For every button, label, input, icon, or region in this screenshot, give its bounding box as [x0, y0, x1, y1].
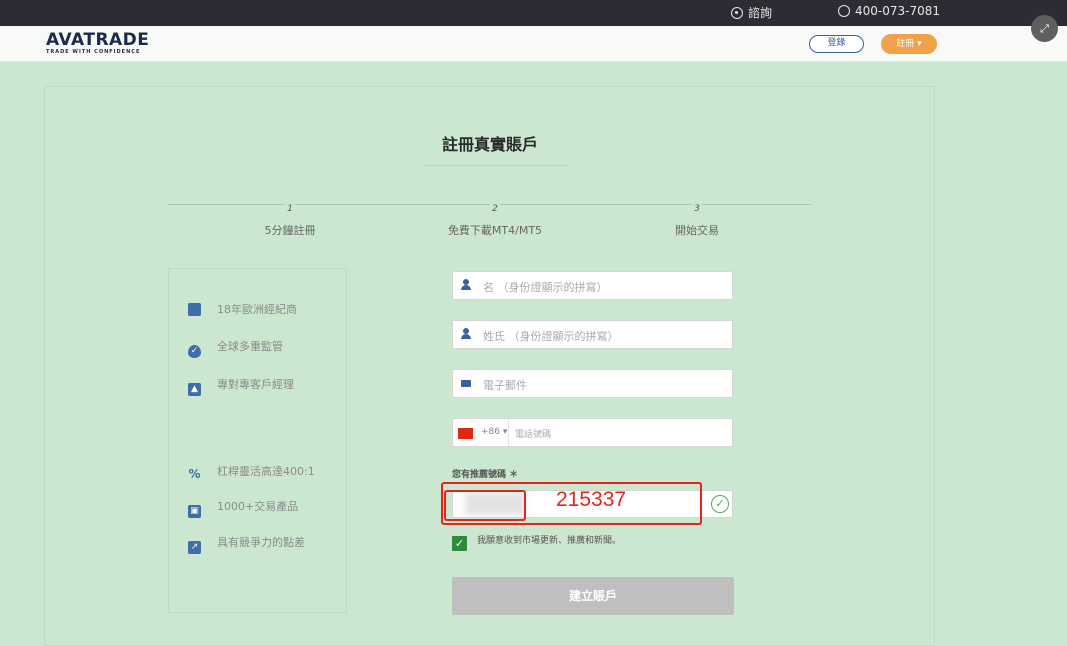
phone-divider — [508, 419, 509, 446]
step-2: 2 免費下載MT4/MT5 — [415, 196, 575, 238]
feature-item: 18年歐洲經紀商 — [188, 301, 297, 317]
feature-label: 18年歐洲經紀商 — [217, 303, 297, 316]
phone-link[interactable]: 400-073-7081 — [838, 4, 940, 18]
first-name-field[interactable]: 名 （身份證顯示的拼寫） — [452, 271, 733, 300]
expand-icon[interactable]: ⤢ — [1031, 15, 1058, 42]
consent-row[interactable]: ✓ 我願意收到市場更新、推廣和新聞。 — [452, 533, 621, 551]
email-placeholder: 電子郵件 — [483, 379, 527, 392]
step-number: 1 — [283, 202, 297, 216]
check-circle-icon: ✓ — [711, 495, 729, 513]
last-name-placeholder: 姓氏 （身份證顯示的拼寫） — [483, 330, 619, 343]
step-number: 2 — [488, 202, 502, 216]
form-title: 註冊真實賬戶 — [441, 135, 538, 154]
step-3: 3 開始交易 — [617, 196, 777, 238]
mail-icon — [461, 380, 471, 387]
step-1: 1 5分鐘註冊 — [210, 196, 370, 238]
step-label: 開始交易 — [675, 224, 719, 237]
phone-placeholder: 電話號碼 — [515, 430, 552, 440]
phone-field[interactable]: +86 ▾ 電話號碼 — [452, 418, 733, 447]
avatrade-logo[interactable]: AVATRADE TRADE WITH CONFIDENCE — [46, 31, 149, 55]
document-icon — [188, 303, 201, 316]
login-button[interactable]: 登錄 — [809, 35, 864, 53]
site-header: AVATRADE TRADE WITH CONFIDENCE 登錄 註冊 ▾ — [0, 26, 1067, 62]
feature-label: 全球多重監管 — [217, 340, 283, 353]
chart-icon: ↗ — [188, 541, 201, 554]
feature-label: 專對專客戶經理 — [217, 378, 294, 391]
feature-item: ✓ 全球多重監管 — [188, 338, 283, 358]
step-label: 5分鐘註冊 — [264, 224, 316, 237]
logo-tagline: TRADE WITH CONFIDENCE — [46, 49, 141, 55]
annotation-box-inner — [444, 490, 526, 521]
consent-text: 我願意收到市場更新、推廣和新聞。 — [477, 536, 622, 546]
promo-code-value: 215337 — [556, 488, 627, 511]
logo-text: AVATRADE — [46, 30, 150, 50]
feature-item: ▣ 1000+交易產品 — [188, 498, 298, 518]
user-icon — [461, 328, 471, 340]
consent-checkbox[interactable]: ✓ — [452, 536, 467, 551]
country-code-select[interactable]: +86 ▾ — [481, 427, 507, 437]
step-label: 免費下載MT4/MT5 — [447, 224, 543, 237]
top-bar: 諮詢 400-073-7081 — [0, 0, 1067, 26]
last-name-field[interactable]: 姓氏 （身份證顯示的拼寫） — [452, 320, 733, 349]
promo-label: 您有推薦號碼 ＊ — [452, 470, 519, 480]
first-name-placeholder: 名 （身份證顯示的拼寫） — [483, 281, 608, 294]
percent-icon: % — [188, 467, 201, 481]
feature-item: ▲ 專對專客戶經理 — [188, 376, 294, 396]
chat-label: 諮詢 — [748, 6, 773, 20]
chat-link[interactable]: 諮詢 — [731, 4, 772, 21]
step-number: 3 — [690, 202, 704, 216]
features-panel — [168, 268, 347, 613]
feature-label: 具有競爭力的點差 — [217, 536, 305, 549]
email-field[interactable]: 電子郵件 — [452, 369, 733, 398]
shield-icon: ✓ — [188, 345, 201, 358]
person-icon: ▲ — [188, 383, 201, 396]
image-icon: ▣ — [188, 505, 201, 518]
title-divider — [423, 165, 568, 166]
feature-item: ↗ 具有競爭力的點差 — [188, 534, 305, 554]
user-icon — [461, 279, 471, 291]
phone-number: 400-073-7081 — [855, 4, 941, 18]
chat-icon — [731, 7, 743, 19]
phone-icon — [838, 5, 850, 17]
china-flag-icon[interactable] — [458, 428, 473, 439]
create-account-button[interactable]: 建立賬戶 — [452, 577, 734, 615]
feature-item: % 杠桿靈活高達400:1 — [188, 463, 315, 481]
feature-label: 杠桿靈活高達400:1 — [217, 465, 315, 478]
register-button[interactable]: 註冊 ▾ — [881, 34, 937, 54]
feature-label: 1000+交易產品 — [217, 500, 299, 513]
